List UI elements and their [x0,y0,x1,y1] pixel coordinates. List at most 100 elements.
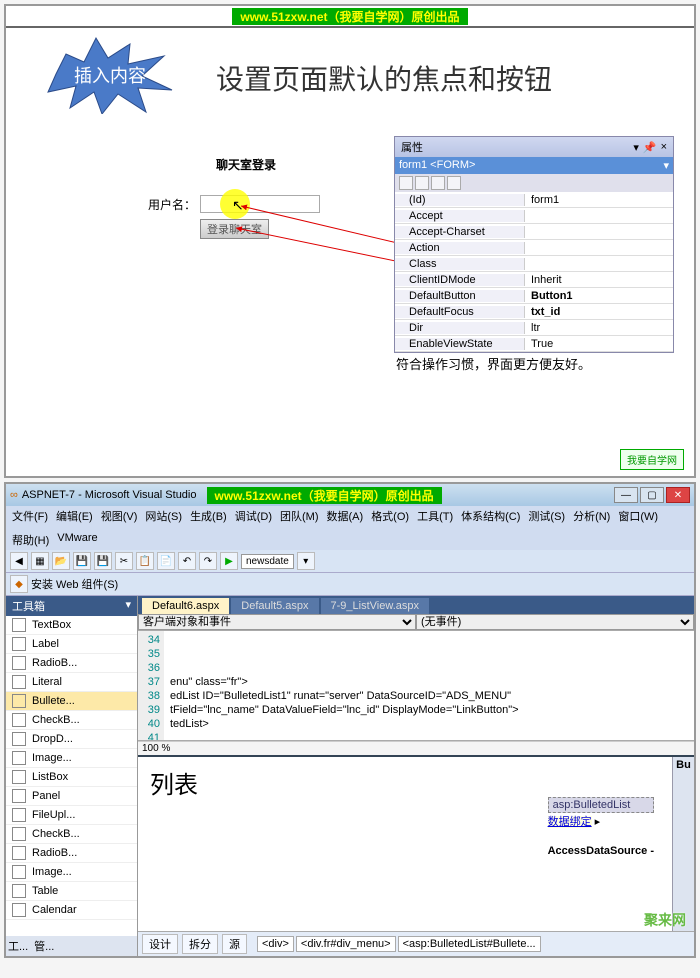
prop-icon[interactable] [431,176,445,190]
right-rail-label[interactable]: Bu [673,757,694,773]
toolbox-footer: 工... 管... [6,936,137,956]
toolbox-tab-manage[interactable]: 管... [34,938,54,954]
redo-icon[interactable]: ↷ [199,552,217,570]
zoom-level[interactable]: 100 % [138,741,694,755]
toolbox-item[interactable]: Panel [6,787,137,806]
design-view-tab[interactable]: 设计 [142,934,178,954]
toolbox-item-icon [12,865,26,879]
split-view-tab[interactable]: 拆分 [182,934,218,954]
property-row[interactable]: Accept-Charset [395,224,673,240]
file-tab[interactable]: Default6.aspx [142,598,229,614]
menu-item[interactable]: 测试(S) [528,508,565,524]
menu-item[interactable]: 体系结构(C) [461,508,520,524]
property-row[interactable]: EnableViewStateTrue [395,336,673,352]
menu-item[interactable]: 视图(V) [101,508,138,524]
config-select[interactable]: newsdate [241,554,294,569]
toolbox-item[interactable]: ListBox [6,768,137,787]
toolbox-item[interactable]: RadioB... [6,844,137,863]
property-row[interactable]: DefaultFocustxt_id [395,304,673,320]
property-row[interactable]: Class [395,256,673,272]
toolbox-item[interactable]: RadioB... [6,654,137,673]
toolbox-item-icon [12,656,26,670]
menu-item[interactable]: 窗口(W) [618,508,658,524]
sort-alpha-icon[interactable] [415,176,429,190]
toolbox-item[interactable]: Label [6,635,137,654]
new-icon[interactable]: ▦ [31,552,49,570]
databind-link[interactable]: 数据绑定 [548,816,592,828]
pin-icon[interactable]: 📌 [643,141,657,154]
property-row[interactable]: Dirltr [395,320,673,336]
property-key: EnableViewState [395,338,525,350]
breadcrumb-item[interactable]: <div> [257,936,294,952]
close-button[interactable]: ✕ [666,487,690,503]
menu-item[interactable]: 网站(S) [145,508,182,524]
toolbox-item[interactable]: Calendar [6,901,137,920]
more-icon[interactable]: ▾ [297,552,315,570]
component-icon[interactable]: ◆ [10,575,28,593]
login-button[interactable]: 登录聊天室 [200,219,269,239]
run-icon[interactable]: ▶ [220,552,238,570]
menu-item[interactable]: 调试(D) [235,508,272,524]
menu-item[interactable]: 数据(A) [327,508,364,524]
menu-item[interactable]: 编辑(E) [56,508,93,524]
smarttag-icon[interactable]: ▸ [595,816,601,828]
close-icon[interactable]: × [661,141,667,154]
menu-item[interactable]: 帮助(H) [12,532,49,548]
cut-icon[interactable]: ✂ [115,552,133,570]
menu-item[interactable]: 分析(N) [573,508,610,524]
property-row[interactable]: Action [395,240,673,256]
code-editor[interactable]: 34 35 36 37 38 39 40 41 42 enu" class="f… [138,631,694,741]
toolbox-item-icon [12,637,26,651]
collapse-icon[interactable]: ▾ [125,598,131,614]
events-icon[interactable] [447,176,461,190]
dropdown-icon[interactable]: ▾ [633,141,639,154]
toolbox-item[interactable]: Bullete... [6,692,137,711]
minimize-button[interactable]: — [614,487,638,503]
menu-item[interactable]: 工具(T) [417,508,453,524]
back-icon[interactable]: ◀ [10,552,28,570]
maximize-button[interactable]: ▢ [640,487,664,503]
property-row[interactable]: (Id)form1 [395,192,673,208]
file-tab[interactable]: Default5.aspx [231,598,318,614]
properties-selector[interactable]: form1 <FORM>▾ [395,157,673,174]
control-tag[interactable]: asp:BulletedList [548,797,654,813]
menu-item[interactable]: VMware [57,532,97,548]
object-dropdown[interactable]: 客户端对象和事件 [138,614,416,630]
copy-icon[interactable]: 📋 [136,552,154,570]
toolbox-item[interactable]: DropD... [6,730,137,749]
breadcrumb-item[interactable]: <div.fr#div_menu> [296,936,396,952]
toolbox-item[interactable]: FileUpl... [6,806,137,825]
designer-surface[interactable]: 列表 asp:BulletedList 数据绑定 ▸ AccessDataSou… [138,755,694,931]
toolbox-item[interactable]: Image... [6,749,137,768]
file-tab[interactable]: 7-9_ListView.aspx [321,598,429,614]
source-view-tab[interactable]: 源 [222,934,247,954]
menu-item[interactable]: 生成(B) [190,508,227,524]
menu-item[interactable]: 团队(M) [280,508,319,524]
toolbox-item[interactable]: CheckB... [6,825,137,844]
menu-item[interactable]: 文件(F) [12,508,48,524]
save-icon[interactable]: 💾 [73,552,91,570]
toolbar-web: ◆ 安装 Web 组件(S) [6,573,694,596]
toolbox-item[interactable]: Table [6,882,137,901]
paste-icon[interactable]: 📄 [157,552,175,570]
toolbox-item[interactable]: Literal [6,673,137,692]
toolbox-item-icon [12,808,26,822]
property-row[interactable]: Accept [395,208,673,224]
breadcrumb-item[interactable]: <asp:BulletedList#Bullete... [398,936,541,952]
install-components-button[interactable]: 安装 Web 组件(S) [31,576,118,592]
designer-heading: 列表 [150,765,688,800]
toolbox-tab-tools[interactable]: 工... [8,938,28,954]
undo-icon[interactable]: ↶ [178,552,196,570]
toolbar-main: ◀ ▦ 📂 💾 💾 ✂ 📋 📄 ↶ ↷ ▶ newsdate ▾ [6,550,694,573]
username-input[interactable] [200,195,320,213]
open-icon[interactable]: 📂 [52,552,70,570]
property-row[interactable]: DefaultButtonButton1 [395,288,673,304]
toolbox-item[interactable]: CheckB... [6,711,137,730]
menu-item[interactable]: 格式(O) [371,508,409,524]
property-row[interactable]: ClientIDModeInherit [395,272,673,288]
toolbox-item[interactable]: Image... [6,863,137,882]
toolbox-item[interactable]: TextBox [6,616,137,635]
sort-category-icon[interactable] [399,176,413,190]
save-all-icon[interactable]: 💾 [94,552,112,570]
event-dropdown[interactable]: (无事件) [416,614,694,630]
